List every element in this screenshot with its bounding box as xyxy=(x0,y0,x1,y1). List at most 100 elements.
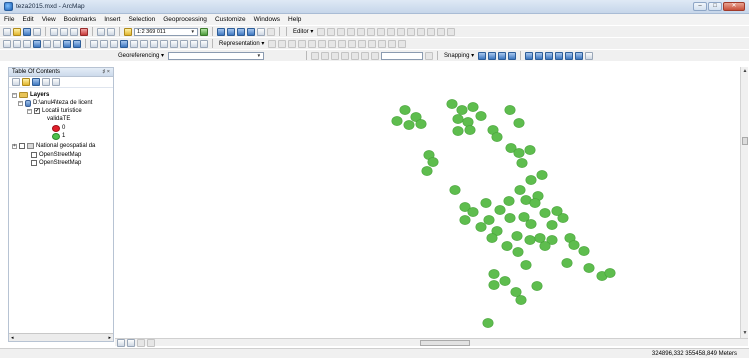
network-tool-icon[interactable] xyxy=(575,51,584,60)
tourist-location-point[interactable] xyxy=(452,126,464,136)
representation-tool-icon[interactable] xyxy=(308,39,317,48)
scroll-up-icon[interactable]: ▲ xyxy=(741,68,749,75)
editor-menu[interactable]: Editor ▾ xyxy=(291,28,315,35)
delete-icon[interactable] xyxy=(80,27,88,36)
list-by-selection-icon[interactable] xyxy=(42,78,50,86)
find-icon[interactable] xyxy=(160,39,168,48)
redo-icon[interactable] xyxy=(107,27,115,36)
tourist-location-point[interactable] xyxy=(501,241,513,251)
scroll-down-icon[interactable]: ▼ xyxy=(741,330,749,337)
editor-toolbar-icon[interactable] xyxy=(200,27,208,36)
menu-help[interactable]: Help xyxy=(288,16,301,23)
copy-icon[interactable] xyxy=(60,27,68,36)
expand-icon[interactable]: + xyxy=(12,143,17,149)
tourist-location-point[interactable] xyxy=(421,166,433,176)
edit-tool-icon[interactable] xyxy=(317,27,326,36)
tourist-location-point[interactable] xyxy=(604,268,616,278)
attributes-icon[interactable] xyxy=(427,27,436,36)
data-view-icon[interactable] xyxy=(117,338,125,347)
menu-bookmarks[interactable]: Bookmarks xyxy=(64,16,97,23)
tourist-location-point[interactable] xyxy=(480,198,492,208)
basemap-visibility-checkbox[interactable] xyxy=(31,152,37,158)
representation-tool-icon[interactable] xyxy=(348,39,357,48)
toc-group-row[interactable]: + National geospatial da xyxy=(12,142,95,150)
scroll-right-icon[interactable]: ▸ xyxy=(108,335,111,341)
list-by-source-icon[interactable] xyxy=(22,78,30,86)
tourist-location-point[interactable] xyxy=(520,260,532,270)
map-horizontal-scroll-thumb[interactable] xyxy=(420,340,470,346)
topology-combo[interactable] xyxy=(381,51,424,60)
network-tool-icon[interactable] xyxy=(555,51,564,60)
tourist-location-point[interactable] xyxy=(512,247,524,257)
go-back-icon[interactable] xyxy=(63,39,71,48)
collapse-icon[interactable]: − xyxy=(12,92,17,98)
network-tool-icon[interactable] xyxy=(565,51,574,60)
tourist-location-point[interactable] xyxy=(516,158,528,168)
vertex-snapping-icon[interactable] xyxy=(498,51,507,60)
map-scale-combo[interactable]: 1:2 369 011 ▼ xyxy=(134,27,198,36)
tourist-location-point[interactable] xyxy=(551,206,563,216)
tourist-location-point[interactable] xyxy=(578,246,590,256)
tourist-location-point[interactable] xyxy=(529,198,541,208)
representation-tool-icon[interactable] xyxy=(338,39,347,48)
collapse-icon[interactable]: − xyxy=(18,100,23,106)
group-visibility-checkbox[interactable] xyxy=(19,143,25,149)
point-snapping-icon[interactable] xyxy=(478,51,487,60)
toc-horizontal-scrollbar[interactable]: ◂ ▸ xyxy=(9,333,113,341)
map-view[interactable] xyxy=(115,67,740,338)
tourist-location-point[interactable] xyxy=(546,220,558,230)
go-forward-icon[interactable] xyxy=(73,39,81,48)
map-vertical-scrollbar[interactable]: ▲ ▼ xyxy=(740,67,748,338)
print-icon[interactable] xyxy=(33,27,41,36)
reshape-icon[interactable] xyxy=(387,27,396,36)
tourist-location-point[interactable] xyxy=(415,119,427,129)
representation-tool-icon[interactable] xyxy=(298,39,307,48)
topology-tool-icon[interactable] xyxy=(311,51,320,60)
clear-selection-icon[interactable] xyxy=(100,39,108,48)
create-viewer-icon[interactable] xyxy=(200,39,208,48)
collapse-icon[interactable]: − xyxy=(27,108,32,114)
hyperlink-icon[interactable] xyxy=(130,39,138,48)
tourist-location-point[interactable] xyxy=(525,175,537,185)
scroll-thumb[interactable] xyxy=(742,137,748,145)
toc-layer-row[interactable]: − ✔ Locatii turistice xyxy=(27,107,82,115)
legend-item[interactable]: 0 xyxy=(52,124,65,132)
search-window-icon[interactable] xyxy=(237,27,245,36)
edit-annotation-icon[interactable] xyxy=(327,27,336,36)
toc-basemap-row[interactable]: OpenStreetMap xyxy=(31,159,81,167)
tourist-location-point[interactable] xyxy=(475,222,487,232)
tourist-location-point[interactable] xyxy=(524,145,536,155)
pause-drawing-icon[interactable] xyxy=(147,338,155,347)
maximize-button[interactable]: □ xyxy=(708,2,722,11)
end-snapping-icon[interactable] xyxy=(488,51,497,60)
tourist-location-point[interactable] xyxy=(524,235,536,245)
edge-snapping-icon[interactable] xyxy=(508,51,517,60)
menu-file[interactable]: File xyxy=(4,16,14,23)
basemap-visibility-checkbox[interactable] xyxy=(31,160,37,166)
toc-options-icon[interactable] xyxy=(52,78,60,86)
undo-icon[interactable] xyxy=(97,27,105,36)
zoom-in-icon[interactable] xyxy=(3,39,11,48)
network-tool-icon[interactable] xyxy=(525,51,534,60)
tourist-location-point[interactable] xyxy=(482,318,494,328)
tourist-location-point[interactable] xyxy=(486,233,498,243)
topology-tool-icon[interactable] xyxy=(361,51,370,60)
measure-icon[interactable] xyxy=(150,39,158,48)
full-extent-icon[interactable] xyxy=(33,39,41,48)
representation-tool-icon[interactable] xyxy=(368,39,377,48)
endpoint-arc-icon[interactable] xyxy=(347,27,356,36)
add-data-icon[interactable] xyxy=(124,27,132,36)
layout-view-icon[interactable] xyxy=(127,338,135,347)
tourist-location-point[interactable] xyxy=(452,114,464,124)
toc-window-controls[interactable]: ♯ × xyxy=(103,69,114,75)
sketch-properties-icon[interactable] xyxy=(437,27,446,36)
menu-geoprocessing[interactable]: Geoprocessing xyxy=(163,16,207,23)
representation-tool-icon[interactable] xyxy=(318,39,327,48)
model-builder-icon[interactable] xyxy=(267,27,275,36)
tourist-location-point[interactable] xyxy=(561,258,573,268)
go-to-xy-icon[interactable] xyxy=(180,39,188,48)
cut-polygons-icon[interactable] xyxy=(397,27,406,36)
refresh-icon[interactable] xyxy=(137,338,145,347)
find-route-icon[interactable] xyxy=(170,39,178,48)
tourist-location-point[interactable] xyxy=(459,215,471,225)
